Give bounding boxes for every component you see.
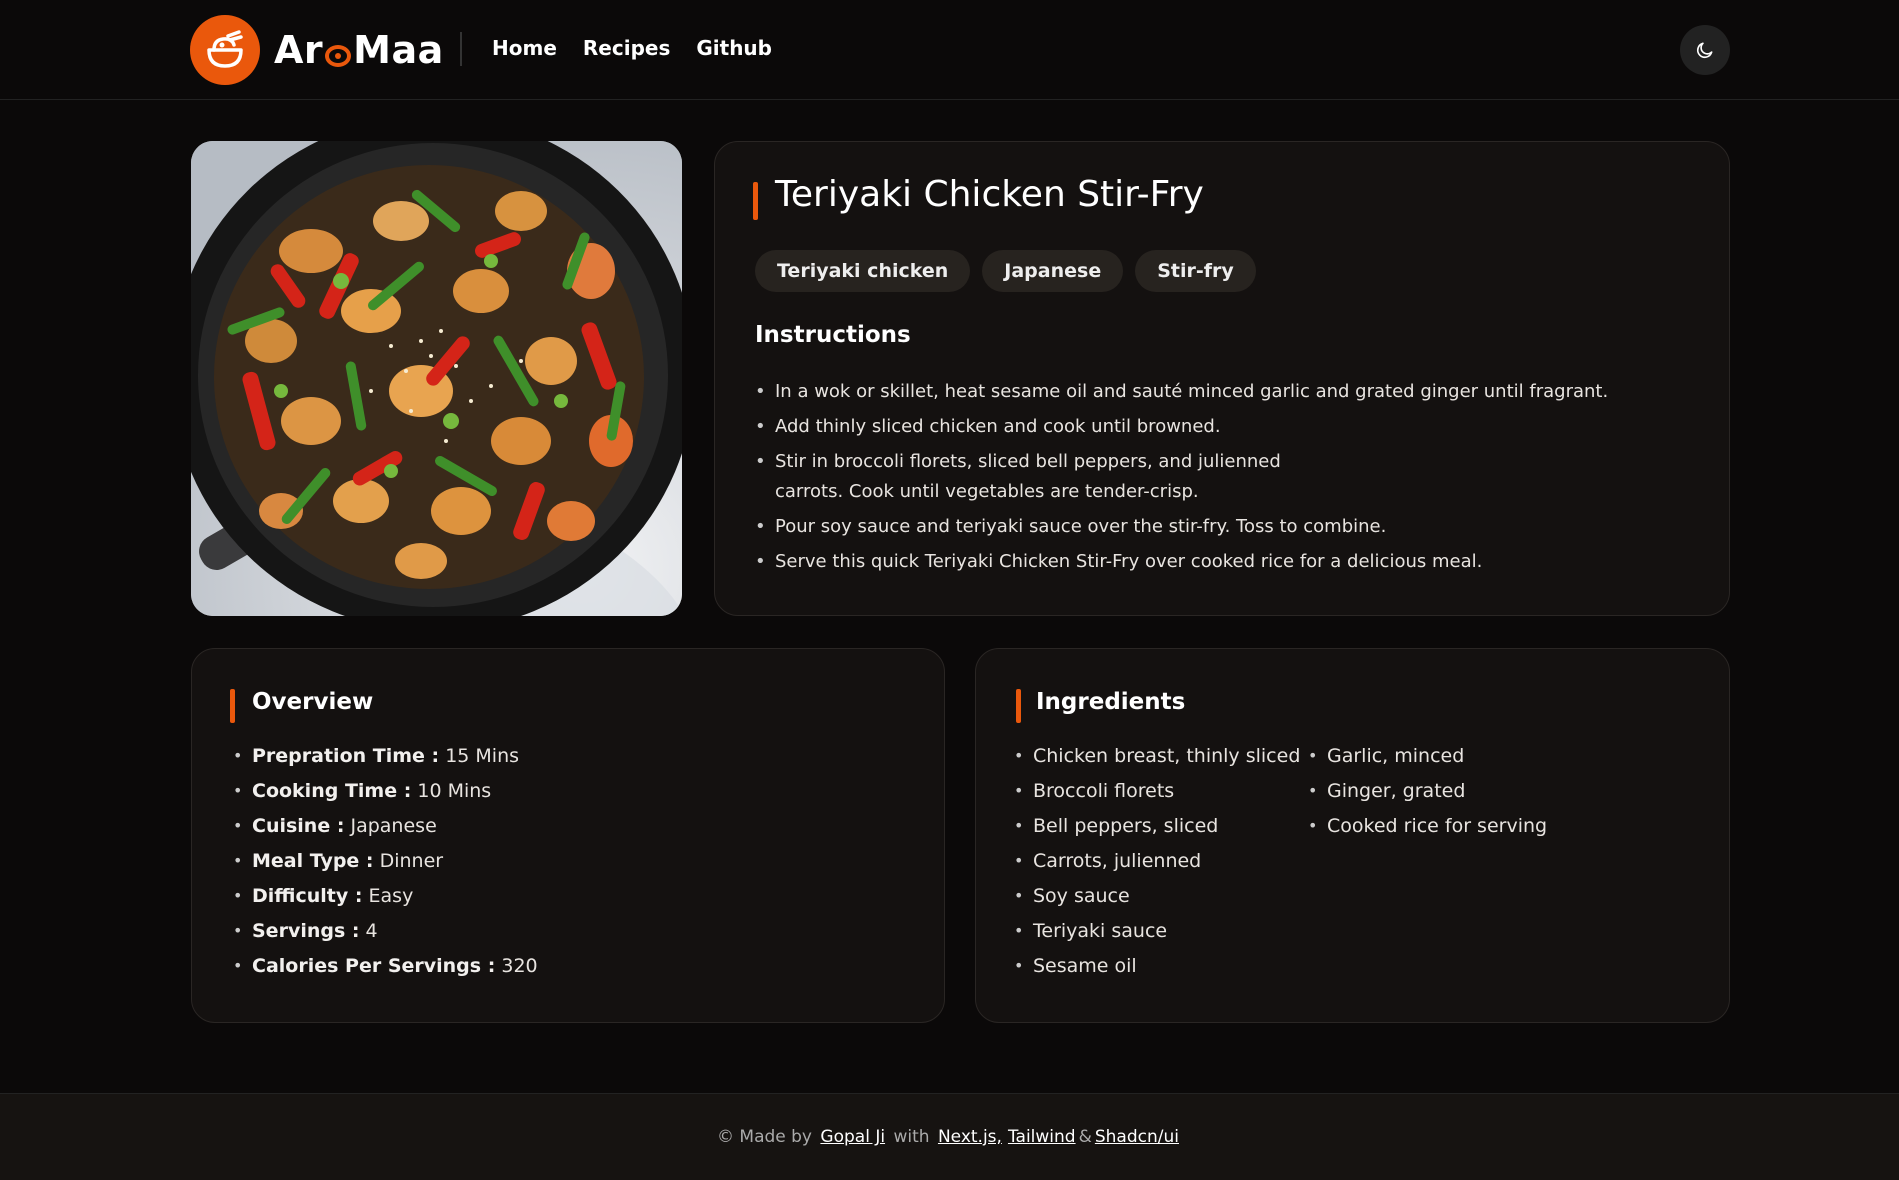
- recipe-details-card: Teriyaki Chicken Stir-Fry Teriyaki chick…: [714, 141, 1730, 616]
- overview-value: Dinner: [379, 850, 444, 872]
- moon-icon: [1696, 42, 1713, 59]
- tag-chip[interactable]: Stir-fry: [1135, 250, 1256, 292]
- nextjs-link[interactable]: Next.js,: [938, 1127, 1002, 1147]
- overview-value: Japanese: [350, 815, 437, 837]
- overview-list: Prepration Time : 15 Mins Cooking Time :…: [233, 741, 538, 986]
- ingredients-list-col2: Garlic, minced Ginger, grated Cooked ric…: [1308, 741, 1547, 846]
- instruction-step: Stir in broccoli florets, sliced bell pe…: [755, 447, 1315, 507]
- instructions-heading: Instructions: [755, 322, 911, 348]
- recipe-image: [191, 141, 682, 616]
- overview-value: 4: [365, 920, 378, 942]
- overview-value: Easy: [368, 885, 414, 907]
- theme-toggle-button[interactable]: [1680, 25, 1730, 75]
- instruction-step: Pour soy sauce and teriyaki sauce over t…: [755, 512, 1655, 542]
- overview-value: 320: [501, 955, 538, 977]
- ingredients-heading: Ingredients: [1036, 689, 1186, 715]
- nav-home[interactable]: Home: [492, 36, 557, 60]
- overview-label: Calories Per Servings :: [252, 955, 496, 977]
- instruction-step: In a wok or skillet, heat sesame oil and…: [755, 377, 1655, 407]
- ingredient-item: Broccoli florets: [1014, 776, 1300, 811]
- title-accent-bar: [753, 182, 758, 220]
- footer: © Made by Gopal Ji with Next.js, Tailwin…: [0, 1093, 1899, 1180]
- instruction-step: Add thinly sliced chicken and cook until…: [755, 412, 1655, 442]
- brand-o-icon: [325, 45, 352, 67]
- main-nav: Home Recipes Github: [492, 36, 772, 60]
- overview-item: Meal Type : Dinner: [233, 846, 538, 881]
- ingredient-item: Carrots, julienned: [1014, 846, 1300, 881]
- tag-chip[interactable]: Teriyaki chicken: [755, 250, 971, 292]
- overview-card: Overview Prepration Time : 15 Mins Cooki…: [191, 648, 945, 1023]
- brand-logo[interactable]: Ar Maa: [190, 15, 444, 85]
- overview-label: Difficulty :: [252, 885, 363, 907]
- overview-label: Cooking Time :: [252, 780, 412, 802]
- instructions-list: In a wok or skillet, heat sesame oil and…: [755, 377, 1655, 582]
- overview-item: Cuisine : Japanese: [233, 811, 538, 846]
- author-link[interactable]: Gopal Ji: [820, 1127, 885, 1147]
- overview-label: Servings :: [252, 920, 360, 942]
- nav-divider: [460, 32, 462, 66]
- recipe-title: Teriyaki Chicken Stir-Fry: [775, 174, 1204, 215]
- ingredient-item: Cooked rice for serving: [1308, 811, 1547, 846]
- overview-item: Cooking Time : 10 Mins: [233, 776, 538, 811]
- ingredient-item: Ginger, grated: [1308, 776, 1547, 811]
- overview-value: 10 Mins: [417, 780, 492, 802]
- instruction-step: Serve this quick Teriyaki Chicken Stir-F…: [755, 547, 1655, 577]
- footer-with: with: [893, 1127, 930, 1147]
- ingredient-item: Sesame oil: [1014, 951, 1300, 986]
- ingredients-card: Ingredients Chicken breast, thinly slice…: [975, 648, 1730, 1023]
- ingredient-item: Bell peppers, sliced: [1014, 811, 1300, 846]
- brand-name: Ar Maa: [274, 28, 444, 72]
- ingredients-accent-bar: [1016, 689, 1021, 723]
- overview-item: Prepration Time : 15 Mins: [233, 741, 538, 776]
- tailwind-link[interactable]: Tailwind: [1008, 1127, 1076, 1147]
- top-navbar: Ar Maa Home Recipes Github: [0, 0, 1899, 100]
- ingredients-list-col1: Chicken breast, thinly sliced Broccoli f…: [1014, 741, 1300, 986]
- ingredient-item: Soy sauce: [1014, 881, 1300, 916]
- footer-amp: &: [1078, 1127, 1092, 1147]
- overview-accent-bar: [230, 689, 235, 723]
- tag-chip[interactable]: Japanese: [982, 250, 1124, 292]
- ingredient-item: Chicken breast, thinly sliced: [1014, 741, 1300, 776]
- brand-prefix: Ar: [274, 28, 324, 72]
- overview-heading: Overview: [252, 689, 374, 715]
- nav-recipes[interactable]: Recipes: [583, 36, 670, 60]
- brand-suffix: Maa: [353, 28, 444, 72]
- overview-label: Cuisine :: [252, 815, 345, 837]
- ingredient-item: Teriyaki sauce: [1014, 916, 1300, 951]
- overview-value: 15 Mins: [445, 745, 520, 767]
- overview-label: Prepration Time :: [252, 745, 440, 767]
- nav-github[interactable]: Github: [696, 36, 772, 60]
- footer-prefix: © Made by: [717, 1127, 812, 1147]
- shadcn-link[interactable]: Shadcn/ui: [1095, 1127, 1179, 1147]
- overview-item: Servings : 4: [233, 916, 538, 951]
- bowl-icon: [190, 15, 260, 85]
- overview-item: Calories Per Servings : 320: [233, 951, 538, 986]
- overview-label: Meal Type :: [252, 850, 374, 872]
- ingredient-item: Garlic, minced: [1308, 741, 1547, 776]
- recipe-tags: Teriyaki chicken Japanese Stir-fry: [755, 250, 1256, 292]
- overview-item: Difficulty : Easy: [233, 881, 538, 916]
